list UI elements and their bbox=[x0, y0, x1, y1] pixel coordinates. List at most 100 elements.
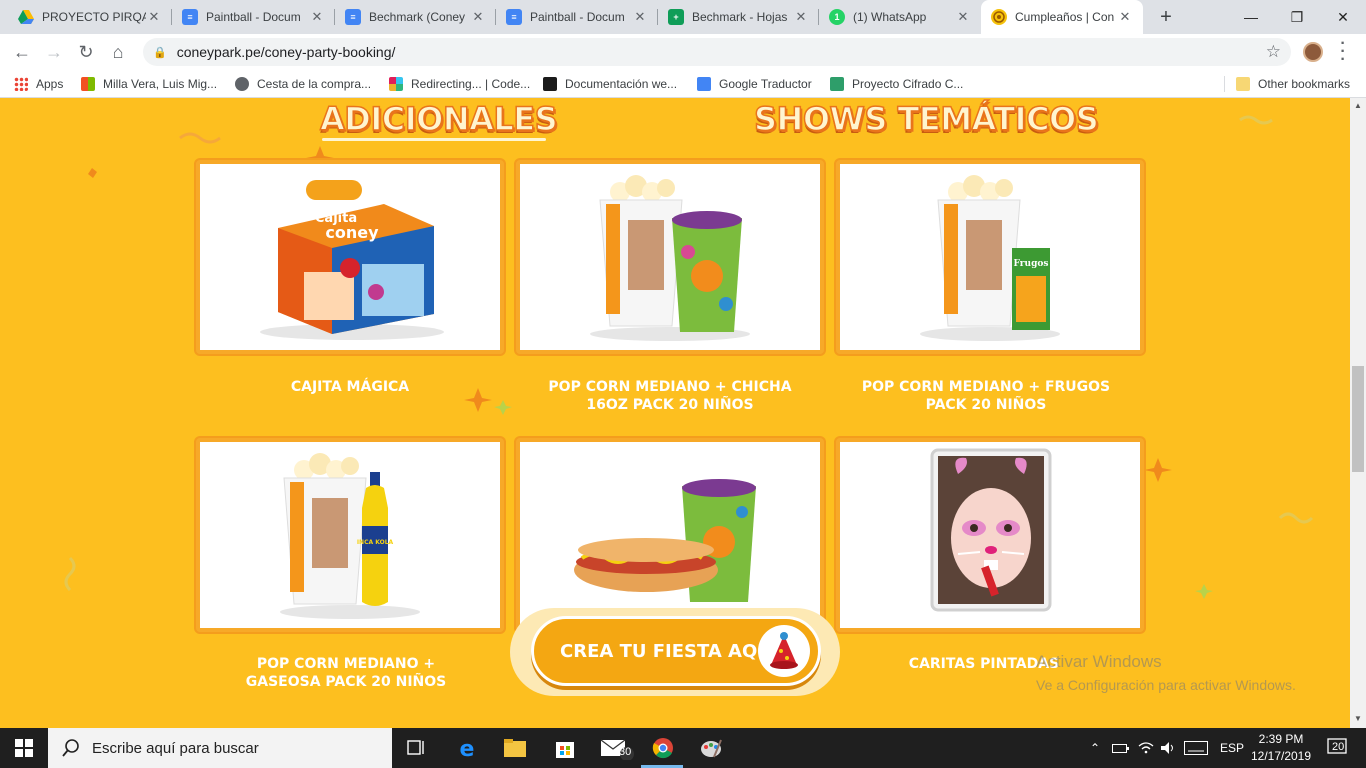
bookmark-milla-vera[interactable]: Milla Vera, Luis Mig... bbox=[81, 75, 217, 93]
chrome-icon[interactable] bbox=[651, 736, 675, 760]
language-indicator[interactable]: ESP bbox=[1220, 728, 1244, 768]
bookmark-label: Apps bbox=[36, 77, 64, 91]
popcorn-frugos-image: Frugos bbox=[920, 175, 1060, 341]
mail-badge: 30 bbox=[619, 746, 632, 758]
google-drive-icon bbox=[18, 9, 34, 25]
whatsapp-icon: 1 bbox=[829, 9, 845, 25]
tab-paintball-doc[interactable]: ≡ Paintball - Docum ✕ bbox=[172, 0, 335, 34]
google-docs-icon: ≡ bbox=[506, 9, 522, 25]
activation-watermark-text: Ve a Configuración para activar Windows. bbox=[1036, 677, 1296, 693]
product-card-caritas-pintadas[interactable] bbox=[836, 438, 1144, 632]
windows-start-icon[interactable] bbox=[12, 736, 36, 760]
clock-date: 12/17/2019 bbox=[1250, 749, 1312, 763]
volume-icon[interactable] bbox=[1160, 728, 1176, 768]
close-icon[interactable]: ✕ bbox=[632, 9, 648, 25]
page-scrollbar[interactable]: ▲ ▼ bbox=[1350, 98, 1366, 728]
lock-icon: 🔒 bbox=[153, 46, 167, 59]
bookmark-other[interactable]: Other bookmarks bbox=[1236, 75, 1350, 93]
search-icon bbox=[62, 739, 79, 757]
activation-watermark-title: Activar Windows bbox=[1036, 652, 1162, 671]
heading-adicionales[interactable]: ADICIONALES bbox=[319, 99, 558, 139]
item-label-popcorn-gaseosa: POP CORN MEDIANO + GASEOSA PACK 20 NIÑOS bbox=[245, 656, 447, 690]
forward-arrow-icon[interactable]: → bbox=[40, 38, 68, 66]
item-label-popcorn-frugos: POP CORN MEDIANO + FRUGOS PACK 20 NIÑOS bbox=[861, 379, 1111, 413]
taskbar-search-box[interactable]: Escribe aquí para buscar bbox=[48, 728, 392, 768]
bookmark-google-traductor[interactable]: Google Traductor bbox=[697, 75, 812, 93]
bookmark-label: Cesta de la compra... bbox=[257, 77, 372, 91]
tab-proyecto-pirqa[interactable]: PROYECTO PIRQA ✕ bbox=[8, 0, 172, 34]
tab-title: Cumpleaños | Con bbox=[1015, 10, 1115, 24]
keyboard-icon[interactable] bbox=[1184, 728, 1208, 768]
paint-icon[interactable] bbox=[699, 736, 723, 760]
heading-shows-tematicos[interactable]: SHOWS TEMÁTICOS bbox=[753, 99, 1099, 139]
item-label-popcorn-chicha: POP CORN MEDIANO + CHICHA 16OZ PACK 20 N… bbox=[548, 379, 792, 413]
close-icon[interactable]: ✕ bbox=[955, 9, 971, 25]
show-hidden-icons[interactable]: ⌃ bbox=[1090, 728, 1100, 768]
product-card-cajita[interactable]: Cajita coney bbox=[196, 160, 504, 354]
new-tab-button[interactable]: + bbox=[1155, 6, 1177, 29]
file-explorer-icon[interactable] bbox=[503, 736, 527, 760]
tab-paintball-doc-2[interactable]: ≡ Paintball - Docum ✕ bbox=[496, 0, 658, 34]
notification-count: 20 bbox=[1332, 741, 1345, 753]
battery-icon[interactable] bbox=[1112, 728, 1130, 768]
store-icon[interactable] bbox=[553, 736, 577, 760]
tab-title: Paintball - Docum bbox=[206, 10, 301, 24]
bookmark-label: Other bookmarks bbox=[1258, 77, 1351, 91]
bookmark-documentacion[interactable]: Documentación we... bbox=[543, 75, 677, 93]
close-icon[interactable]: ✕ bbox=[146, 9, 162, 25]
bookmark-redirecting[interactable]: Redirecting... | Code... bbox=[389, 75, 530, 93]
bookmark-label: Proyecto Cifrado C... bbox=[852, 77, 964, 91]
search-placeholder: Escribe aquí para buscar bbox=[92, 739, 259, 757]
windows-taskbar: Escribe aquí para buscar e 30 ⌃ ESP 2:39… bbox=[0, 728, 1366, 768]
close-window-button[interactable]: ✕ bbox=[1320, 0, 1366, 34]
tab-strip: PROYECTO PIRQA ✕ ≡ Paintball - Docum ✕ ≡… bbox=[0, 0, 1366, 34]
active-heading-underline bbox=[322, 138, 546, 141]
bookmark-cesta[interactable]: Cesta de la compra... bbox=[235, 75, 371, 93]
trello-icon bbox=[830, 77, 844, 91]
product-card-popcorn-frugos[interactable]: Frugos bbox=[836, 160, 1144, 354]
menu-kebab-icon[interactable]: · · · bbox=[1336, 36, 1350, 68]
folder-icon bbox=[1236, 77, 1250, 91]
item-label-cajita: CAJITA MÁGICA bbox=[290, 379, 410, 395]
product-card-popcorn-gaseosa[interactable]: INCA KOLA bbox=[196, 438, 504, 632]
bookmark-apps[interactable]: Apps bbox=[14, 75, 63, 93]
restore-button[interactable]: ❐ bbox=[1274, 0, 1320, 34]
tab-title: PROYECTO PIRQA bbox=[42, 10, 146, 24]
crea-tu-fiesta-button[interactable]: CREA TU FIESTA AQUÍ bbox=[531, 616, 821, 686]
home-icon[interactable]: ⌂ bbox=[104, 38, 132, 66]
wifi-icon[interactable] bbox=[1138, 728, 1154, 768]
back-arrow-icon[interactable]: ← bbox=[8, 38, 36, 66]
bookmark-proyecto-cifrado[interactable]: Proyecto Cifrado C... bbox=[830, 75, 963, 93]
mail-icon[interactable]: 30 bbox=[601, 736, 637, 760]
bookmarks-bar: Apps Milla Vera, Luis Mig... Cesta de la… bbox=[0, 70, 1366, 98]
bookmarks-divider bbox=[1224, 76, 1225, 92]
bookmark-star-icon[interactable]: ☆ bbox=[1266, 42, 1281, 62]
close-icon[interactable]: ✕ bbox=[470, 9, 486, 25]
close-icon[interactable]: ✕ bbox=[1117, 9, 1133, 25]
task-view-icon[interactable] bbox=[405, 736, 429, 760]
face-painting-image bbox=[930, 448, 1052, 612]
popcorn-chicha-image bbox=[590, 175, 750, 341]
product-card-hotdog[interactable] bbox=[516, 438, 824, 632]
edge-icon[interactable]: e bbox=[455, 736, 479, 760]
notifications-icon[interactable]: 20 bbox=[1324, 728, 1352, 768]
google-translate-icon bbox=[697, 77, 711, 91]
inca-kola-text: INCA KOLA bbox=[357, 539, 394, 546]
address-bar[interactable]: 🔒 coneypark.pe/coney-party-booking/ ☆ bbox=[143, 38, 1291, 66]
tab-cumpleanos-active[interactable]: Cumpleaños | Con ✕ bbox=[981, 0, 1143, 34]
profile-avatar[interactable] bbox=[1303, 42, 1323, 62]
close-icon[interactable]: ✕ bbox=[793, 9, 809, 25]
scroll-up-arrow-icon[interactable]: ▲ bbox=[1350, 101, 1366, 110]
bookmark-label: Google Traductor bbox=[719, 77, 812, 91]
tab-whatsapp[interactable]: 1 (1) WhatsApp ✕ bbox=[819, 0, 981, 34]
reload-icon[interactable]: ↻ bbox=[72, 38, 100, 66]
scrollbar-thumb[interactable] bbox=[1352, 366, 1364, 472]
tab-bechmark-doc[interactable]: ≡ Bechmark (Coney ✕ bbox=[335, 0, 496, 34]
product-card-popcorn-chicha[interactable] bbox=[516, 160, 824, 354]
minimize-button[interactable]: — bbox=[1228, 0, 1274, 34]
google-sheets-icon: + bbox=[668, 9, 684, 25]
scroll-down-arrow-icon[interactable]: ▼ bbox=[1350, 714, 1366, 723]
close-icon[interactable]: ✕ bbox=[309, 9, 325, 25]
tab-bechmark-sheets[interactable]: + Bechmark - Hojas ✕ bbox=[658, 0, 819, 34]
taskbar-clock[interactable]: 2:39 PM 12/17/2019 bbox=[1248, 731, 1314, 765]
